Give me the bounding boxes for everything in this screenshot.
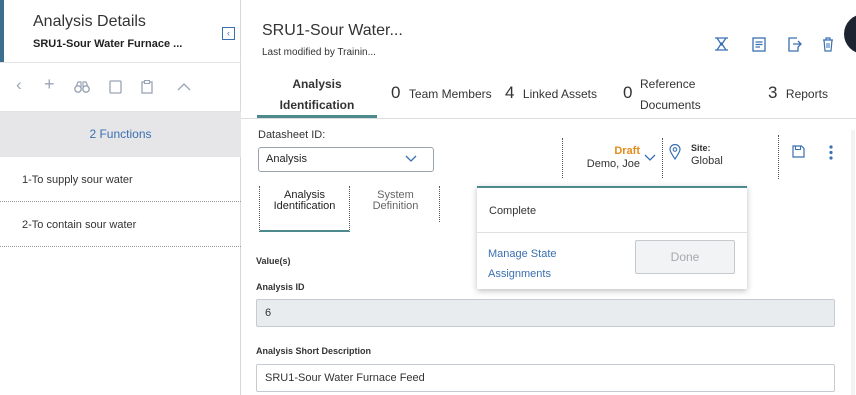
tab-label: Analysis — [292, 77, 342, 91]
tab-label: Documents — [640, 98, 701, 112]
site-label: Site: — [691, 143, 711, 153]
analysis-details-header: Analysis Details SRU1-Sour Water Furnace… — [0, 0, 241, 62]
inner-tab-analysis-identification[interactable]: Analysis Identification — [259, 186, 350, 232]
datasheet-row: Datasheet ID: Analysis Draft Demo, Joe S… — [241, 118, 856, 183]
record-subtitle: Last modified by Trainin... — [262, 47, 376, 58]
location-pin-icon — [669, 143, 681, 163]
inner-tab-label: Identification — [273, 200, 336, 212]
left-pane: Analysis Details SRU1-Sour Water Furnace… — [0, 0, 241, 395]
record-tabs: Analysis Identification 0 Team Members 4… — [241, 70, 856, 118]
inner-tab-label: Definition — [372, 200, 419, 212]
tab-count: 3 — [768, 83, 778, 102]
tab-label: Team Members — [408, 87, 492, 101]
done-button[interactable]: Done — [635, 240, 735, 274]
short-description-field[interactable]: SRU1-Sour Water Furnace Feed — [256, 364, 835, 392]
scrollbar[interactable] — [851, 130, 855, 395]
export-icon[interactable] — [787, 37, 802, 55]
datasheet-select-value: Analysis — [266, 153, 307, 165]
plus-icon[interactable]: + — [44, 75, 55, 93]
state-popup: Complete Manage State Assignments Done — [477, 186, 747, 289]
hierarchy-icon[interactable] — [714, 37, 729, 54]
tab-count: 4 — [505, 83, 515, 102]
function-item[interactable]: 1-To supply sour water — [0, 158, 241, 202]
app-root: Analysis Details SRU1-Sour Water Furnace… — [0, 0, 856, 395]
tab-label: Reports — [785, 87, 828, 101]
tab-label: Reference — [640, 77, 696, 91]
chevron-down-icon — [644, 153, 656, 165]
left-toolbar: ‹ + — [0, 62, 241, 112]
left-pane-title: Analysis Details — [33, 13, 146, 30]
tab-label: Linked Assets — [522, 87, 597, 101]
collapse-pane-button[interactable]: ‹ — [222, 27, 235, 40]
tab-count: 0 — [623, 83, 633, 102]
chevron-up-icon[interactable] — [177, 79, 191, 95]
analysis-id-label: Analysis ID — [256, 282, 305, 292]
record-title: SRU1-Sour Water... — [262, 22, 403, 39]
short-description-label: Analysis Short Description — [256, 346, 372, 356]
chevron-down-icon — [405, 149, 417, 172]
more-options-icon[interactable] — [829, 145, 833, 163]
datasheet-select[interactable]: Analysis — [258, 147, 434, 172]
delete-icon[interactable] — [822, 37, 834, 55]
save-icon[interactable] — [792, 145, 805, 161]
values-label: Value(s) — [256, 256, 291, 266]
binoculars-icon[interactable] — [74, 80, 90, 97]
datasheet-id-label: Datasheet ID: — [258, 129, 326, 141]
manage-state-assignments-link[interactable]: Manage State Assignments — [488, 244, 608, 284]
function-item[interactable]: 2-To contain sour water — [0, 203, 241, 247]
site-value: Global — [691, 155, 723, 167]
paste-icon[interactable] — [141, 79, 153, 97]
report-icon[interactable] — [752, 37, 766, 55]
left-pane-subtitle: SRU1-Sour Water Furnace ... — [33, 38, 183, 50]
tab-analysis-identification[interactable]: Analysis Identification — [257, 70, 377, 118]
analysis-id-field: 6 — [256, 299, 835, 327]
main-pane: SRU1-Sour Water... Last modified by Trai… — [241, 0, 856, 395]
tab-label: Identification — [279, 98, 355, 112]
inner-tab-system-definition[interactable]: System Definition — [352, 186, 440, 222]
floating-action-button[interactable] — [844, 14, 856, 54]
state-label: Draft — [614, 145, 640, 157]
divider — [477, 232, 747, 233]
chevron-left-icon[interactable]: ‹ — [16, 76, 22, 93]
tab-count: 0 — [391, 83, 401, 102]
copy-icon[interactable] — [109, 80, 122, 97]
divider — [778, 135, 779, 179]
functions-header[interactable]: 2 Functions — [0, 112, 241, 157]
state-option-complete[interactable]: Complete — [489, 205, 536, 217]
state-owner: Demo, Joe — [586, 158, 640, 170]
state-selector[interactable]: Draft Demo, Joe — [562, 138, 663, 178]
